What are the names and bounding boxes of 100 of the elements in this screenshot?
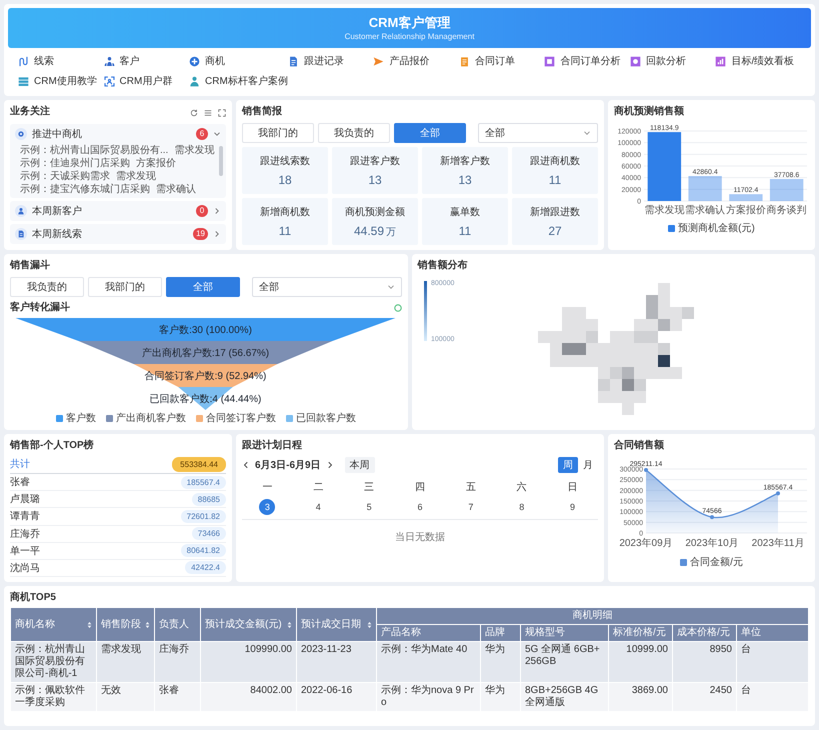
calendar-date[interactable]: 4 bbox=[310, 499, 326, 515]
empty-message: 当日无数据 bbox=[394, 530, 446, 544]
view-toggle[interactable]: 周 bbox=[558, 457, 578, 473]
quick-link[interactable]: 商机 bbox=[189, 52, 226, 70]
opportunity-link[interactable]: 示例：天诚采购需求 bbox=[20, 170, 110, 183]
calendar-date[interactable]: 7 bbox=[462, 499, 479, 515]
this-week-button[interactable]: 本周 bbox=[344, 457, 375, 473]
focus-group-header[interactable]: 推进中商机 6 bbox=[10, 124, 226, 144]
sort-icon[interactable] bbox=[87, 620, 92, 628]
salesperson-name: 张睿 bbox=[10, 476, 30, 490]
data-point[interactable] bbox=[776, 491, 780, 496]
legend-label: 合同签订客户数 bbox=[206, 412, 276, 425]
funnel-stage[interactable] bbox=[16, 318, 396, 341]
funnel-stage[interactable] bbox=[78, 341, 332, 364]
count-badge: 6 bbox=[196, 128, 208, 140]
chevron-right-icon[interactable] bbox=[213, 230, 221, 238]
filter-tab[interactable]: 我部门的 bbox=[242, 123, 314, 143]
table-cell: 华为 bbox=[480, 642, 520, 682]
list-icon[interactable] bbox=[204, 109, 212, 117]
expand-icon[interactable] bbox=[218, 109, 226, 117]
weekday-label: 四 bbox=[414, 480, 425, 494]
table-header-cell: 产品名称 bbox=[376, 624, 480, 642]
clipboard-icon bbox=[458, 56, 470, 66]
calendar-date[interactable]: 3 bbox=[259, 499, 276, 515]
bar-chart-icon bbox=[715, 56, 726, 66]
quick-link[interactable]: 产品报价 bbox=[373, 52, 430, 70]
calendar-date[interactable]: 9 bbox=[564, 499, 581, 515]
chevron-left-icon[interactable] bbox=[242, 461, 250, 469]
chevron-right-icon[interactable] bbox=[326, 461, 334, 469]
table-header-cell[interactable]: 预计成交金额(元) bbox=[200, 608, 296, 642]
quick-link[interactable]: CRM标杆客户案例 bbox=[189, 72, 288, 90]
quick-link[interactable]: 合同订单 bbox=[458, 52, 515, 70]
filter-tab[interactable]: 我部门的 bbox=[88, 277, 162, 297]
scope-select[interactable]: 全部 bbox=[478, 123, 598, 143]
table-cell: 2022-06-16 bbox=[296, 682, 376, 712]
opportunity-link[interactable]: 示例：捷宝汽修东城门店采购 bbox=[20, 183, 150, 196]
count-badge: 19 bbox=[193, 228, 208, 240]
legend-label: 产出商机客户数 bbox=[116, 412, 186, 425]
table-cell: 台 bbox=[736, 682, 808, 712]
table-header-cell[interactable]: 销售阶段 bbox=[96, 608, 154, 642]
weekday-label: 二 bbox=[313, 480, 324, 494]
quick-link[interactable]: 客户 bbox=[104, 52, 140, 70]
quick-link[interactable]: 线索 bbox=[18, 52, 54, 70]
table-header-cell: 负责人 bbox=[154, 608, 200, 642]
scope-select[interactable]: 全部 bbox=[252, 277, 402, 297]
panel-title: 商机TOP5 bbox=[10, 591, 57, 605]
chevron-right-icon[interactable] bbox=[213, 207, 221, 215]
calendar-date[interactable]: 8 bbox=[514, 499, 530, 515]
table-header-cell: 标准价格/元 bbox=[608, 624, 672, 642]
stat-value: 18 bbox=[278, 173, 292, 187]
refresh-icon[interactable] bbox=[190, 109, 198, 117]
stat-value: 13 bbox=[458, 173, 472, 187]
legend-swatch-icon bbox=[56, 415, 63, 422]
quick-link[interactable]: 回款分析 bbox=[630, 52, 686, 70]
amount-badge: 72601.82 bbox=[180, 510, 226, 523]
scan-frame-icon bbox=[104, 76, 115, 86]
user-group-icon bbox=[104, 56, 115, 66]
panel-title: 跟进计划日程 bbox=[242, 439, 303, 453]
stat-label: 新增商机数 bbox=[260, 206, 310, 219]
funnel-stage[interactable] bbox=[134, 364, 278, 387]
weekday-label: 日 bbox=[568, 480, 578, 494]
axis-category-label: 需求发现 bbox=[644, 205, 684, 216]
quick-link[interactable]: CRM用户群 bbox=[104, 72, 172, 90]
stat-label: 跟进客户数 bbox=[350, 154, 400, 168]
filter-tab[interactable]: 我负责的 bbox=[10, 277, 84, 297]
stat-label: 新增跟进数 bbox=[530, 206, 580, 219]
quick-link[interactable]: 跟进记录 bbox=[288, 52, 344, 70]
calendar-date[interactable]: 5 bbox=[361, 499, 378, 515]
legend-label: 客户数 bbox=[66, 412, 96, 425]
stage-label: 方案报价 bbox=[136, 157, 176, 170]
quick-link[interactable]: 目标/绩效看板 bbox=[715, 52, 794, 70]
chevron-down-icon[interactable] bbox=[213, 130, 221, 138]
scrollbar[interactable] bbox=[219, 146, 223, 176]
quick-link[interactable]: CRM使用教学 bbox=[18, 72, 97, 90]
opportunity-link[interactable]: 示例：杭州青山国际贸易股份有... bbox=[20, 144, 168, 157]
target-icon bbox=[15, 128, 27, 140]
data-point[interactable] bbox=[710, 515, 714, 520]
amount-badge: 185567.4 bbox=[180, 476, 226, 489]
amount-badge: 73466 bbox=[192, 527, 226, 540]
filter-tab[interactable]: 我负责的 bbox=[318, 123, 390, 143]
filter-tab[interactable]: 全部 bbox=[394, 123, 466, 143]
legend-swatch-icon bbox=[106, 415, 113, 422]
opportunity-link[interactable]: 示例：佳迪泉州门店采购 bbox=[20, 157, 130, 170]
calendar-date[interactable]: 6 bbox=[412, 499, 428, 515]
region-map-drawing[interactable] bbox=[538, 283, 694, 415]
filter-tab[interactable]: 全部 bbox=[166, 277, 240, 297]
table-header-cell[interactable]: 商机名称 bbox=[10, 608, 96, 642]
sort-icon[interactable] bbox=[287, 620, 292, 628]
quick-link[interactable]: 合同订单分析 bbox=[544, 52, 620, 70]
table-cell: 示例：华为nova 9 Pro bbox=[376, 682, 480, 712]
focus-group-header[interactable]: 本周新线索 19 bbox=[10, 224, 226, 244]
table-cell: 示例：华为Mate 40 bbox=[376, 642, 480, 682]
weekday-label: 一 bbox=[262, 480, 272, 494]
color-scale-bar[interactable] bbox=[424, 281, 426, 341]
table-header-cell[interactable]: 预计成交日期 bbox=[296, 608, 376, 642]
sort-icon[interactable] bbox=[145, 620, 150, 628]
focus-group-header[interactable]: 本周新客户 0 bbox=[10, 201, 226, 221]
panel-title: 销售部-个人TOP榜 bbox=[10, 439, 95, 453]
sort-icon[interactable] bbox=[367, 620, 372, 628]
data-point[interactable] bbox=[644, 468, 648, 472]
